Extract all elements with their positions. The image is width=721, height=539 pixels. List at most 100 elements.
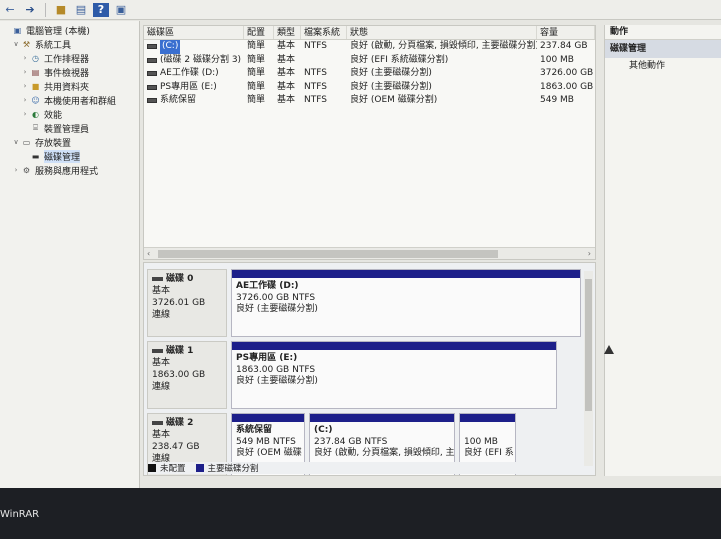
partition-block[interactable]: AE工作碟 (D:) 3726.00 GB NTFS 良好 (主要磁碟分割) <box>231 269 581 337</box>
collapse-arrow-icon[interactable]: ∨ <box>11 138 21 146</box>
tree-item[interactable]: › ◷ 工作排程器 <box>0 51 139 65</box>
taskbar-winrar-label[interactable]: WinRAR <box>0 509 39 520</box>
actions-section-disk-management[interactable]: 磁碟管理 <box>605 40 721 58</box>
disk-name: 磁碟 2 <box>152 417 222 429</box>
volume-row[interactable]: PS專用區 (E:) 簡單 基本 NTFS 良好 (主要磁碟分割) 1863.00 GB <box>144 81 595 95</box>
volume-cell-cap: 100 MB <box>540 54 574 65</box>
expand-arrow-icon[interactable]: › <box>11 166 21 174</box>
disk-graphical-view: 磁碟 0 基本 3726.01 GB 連線 AE工作碟 (D:) 3726.00 GB N… <box>143 262 596 476</box>
computer-management-icon: ▣ <box>13 25 22 35</box>
volume-cell-type: 基本 <box>277 41 296 51</box>
computer-management-window: ← ➔ ■ ▤ ? ▣ ▣ 電腦管理 (本機) ∨ ⚒ 系統工具 › ◷ 工作排程器 › ▤ 事件檢… <box>0 0 721 488</box>
volume-cell-fs: NTFS <box>304 68 327 78</box>
device-manager-icon: ⌸ <box>33 123 38 132</box>
tree-item[interactable]: › ▤ 事件檢視器 <box>0 65 139 79</box>
expand-arrow-icon[interactable]: › <box>20 68 30 76</box>
volume-row[interactable]: 系統保留 簡單 基本 NTFS 良好 (OEM 磁碟分割) 549 MB <box>144 94 595 108</box>
tree-item-label: 磁碟管理 <box>44 149 81 163</box>
partition-status: 良好 (主要磁碟分割) <box>236 304 318 314</box>
tree-item[interactable]: › ■ 共用資料夾 <box>0 79 139 93</box>
partition-block[interactable]: PS專用區 (E:) 1863.00 GB NTFS 良好 (主要磁碟分割) <box>231 341 557 409</box>
column-header-type[interactable]: 類型 <box>274 26 301 39</box>
volume-cell-name: AE工作碟 (D:) <box>144 67 244 81</box>
help-icon[interactable]: ? <box>93 2 109 17</box>
vertical-scrollbar[interactable] <box>584 271 593 466</box>
partition-status: 良好 (主要磁碟分割) <box>236 376 318 386</box>
partition-name: PS專用區 (E:) <box>236 353 298 363</box>
tree-item-label: 效能 <box>44 110 63 121</box>
volume-icon <box>147 44 157 50</box>
column-header-layout[interactable]: 配置 <box>244 26 274 39</box>
column-header-status[interactable]: 狀態 <box>347 26 537 39</box>
partition-size: 237.84 GB NTFS <box>314 436 388 447</box>
volume-icon <box>147 98 157 104</box>
expand-arrow-icon[interactable]: › <box>20 110 30 118</box>
disk-name: 磁碟 0 <box>152 273 222 285</box>
scroll-left-icon[interactable]: ‹ <box>147 249 150 258</box>
volume-cell-cap: 1863.00 GB <box>540 81 594 92</box>
column-header-capacity[interactable]: 容量 <box>537 26 595 39</box>
partition-name: AE工作碟 (D:) <box>236 281 299 291</box>
collapse-arrow-icon[interactable]: ∨ <box>11 40 21 48</box>
partition-status: 良好 (啟動, 分頁檔案, 損毀傾印, 主要 <box>314 448 454 458</box>
tree-item[interactable]: ∨ ⚒ 系統工具 <box>0 37 139 51</box>
expand-arrow-icon[interactable]: › <box>20 54 30 62</box>
volume-name: 系統保留 <box>160 95 197 105</box>
scrollbar-thumb[interactable] <box>585 279 592 411</box>
tools-icon: ⚒ <box>22 39 31 49</box>
column-header-volume[interactable]: 磁碟區 <box>144 26 244 39</box>
actions-pane: 動作 磁碟管理 其他動作 <box>604 25 721 476</box>
partition-bar <box>232 342 556 350</box>
tree-item[interactable]: › ⚙ 服務與應用程式 <box>0 163 139 177</box>
forward-arrow-icon[interactable]: ➔ <box>22 3 38 17</box>
volume-cell-layout: 簡單 <box>247 41 266 51</box>
tree-item[interactable]: ⌸ 裝置管理員 <box>0 121 139 135</box>
scroll-right-icon[interactable]: › <box>588 249 591 258</box>
partition-bar <box>232 270 580 278</box>
disk-info[interactable]: 磁碟 1 基本 1863.00 GB 連線 <box>147 341 227 409</box>
tree-item[interactable]: ▬ 磁碟管理 <box>0 149 139 163</box>
volume-row[interactable]: (磁碟 2 磁碟分割 3) 簡單 基本 良好 (EFI 系統磁碟分割) 100 MB <box>144 54 595 68</box>
volume-icon <box>147 57 157 63</box>
disk-icon <box>152 277 163 281</box>
volume-cell-type: 基本 <box>277 81 296 92</box>
tree-item[interactable]: › ◐ 效能 <box>0 107 139 121</box>
back-arrow-icon[interactable]: ← <box>2 3 18 17</box>
expand-arrow-icon[interactable]: › <box>20 96 30 104</box>
scrollbar-thumb[interactable] <box>158 249 498 258</box>
volume-cell-status: 良好 (啟動, 分頁檔案, 損毀傾印, 主要磁碟分割) <box>350 41 537 51</box>
tree-item[interactable]: › ☺ 本機使用者和群組 <box>0 93 139 107</box>
volume-cell-fs: NTFS <box>304 41 327 51</box>
volume-cell-fs: NTFS <box>304 81 327 92</box>
volume-row[interactable]: (C:) 簡單 基本 NTFS 良好 (啟動, 分頁檔案, 損毀傾印, 主要磁碟分割) 2… <box>144 40 595 54</box>
disk-info[interactable]: 磁碟 0 基本 3726.01 GB 連線 <box>147 269 227 337</box>
volume-list: 磁碟區 配置 類型 檔案系統 狀態 容量 (C:) 簡單 基本 NTFS 良好 (啟動,… <box>143 25 596 260</box>
expand-arrow-icon[interactable]: › <box>20 82 30 90</box>
disk-row: 磁碟 1 基本 1863.00 GB 連線 PS專用區 (E:) 1863.00 GB N… <box>147 341 579 409</box>
volume-row[interactable]: AE工作碟 (D:) 簡單 基本 NTFS 良好 (主要磁碟分割) 3726.00 GB <box>144 67 595 81</box>
partition-details: AE工作碟 (D:) 3726.00 GB NTFS 良好 (主要磁碟分割) <box>232 278 580 319</box>
tree-item-label: 服務與應用程式 <box>35 166 99 177</box>
partition-size: 549 MB NTFS <box>236 436 296 447</box>
properties-icon[interactable]: ▣ <box>113 3 129 17</box>
partition-status: 良好 (EFI 系 <box>464 448 514 458</box>
legend-swatch <box>148 464 156 472</box>
shared-folders-icon: ■ <box>31 81 40 91</box>
volume-cell-layout: 簡單 <box>247 54 266 65</box>
column-header-filesystem[interactable]: 檔案系統 <box>301 26 347 39</box>
tree-item[interactable]: ▣ 電腦管理 (本機) <box>0 23 139 37</box>
disk-name-label: 磁碟 0 <box>166 274 194 284</box>
performance-icon: ◐ <box>32 109 39 119</box>
volume-name: (磁碟 2 磁碟分割 3) <box>160 54 242 65</box>
tree-item-label: 事件檢視器 <box>44 68 90 79</box>
horizontal-scrollbar[interactable]: ‹ › <box>144 247 595 259</box>
more-actions-item[interactable]: 其他動作 <box>605 58 721 74</box>
show-hide-tree-icon[interactable]: ▤ <box>73 3 89 17</box>
legend-label: 主要磁碟分割 <box>207 464 259 474</box>
taskbar <box>0 488 721 539</box>
disk-management-icon: ▬ <box>31 151 40 161</box>
tree-item[interactable]: ∨ ▭ 存放裝置 <box>0 135 139 149</box>
up-folder-icon[interactable]: ■ <box>53 3 69 17</box>
tree-item-label: 工作排程器 <box>44 54 90 65</box>
toolbar: ← ➔ ■ ▤ ? ▣ <box>0 0 721 20</box>
